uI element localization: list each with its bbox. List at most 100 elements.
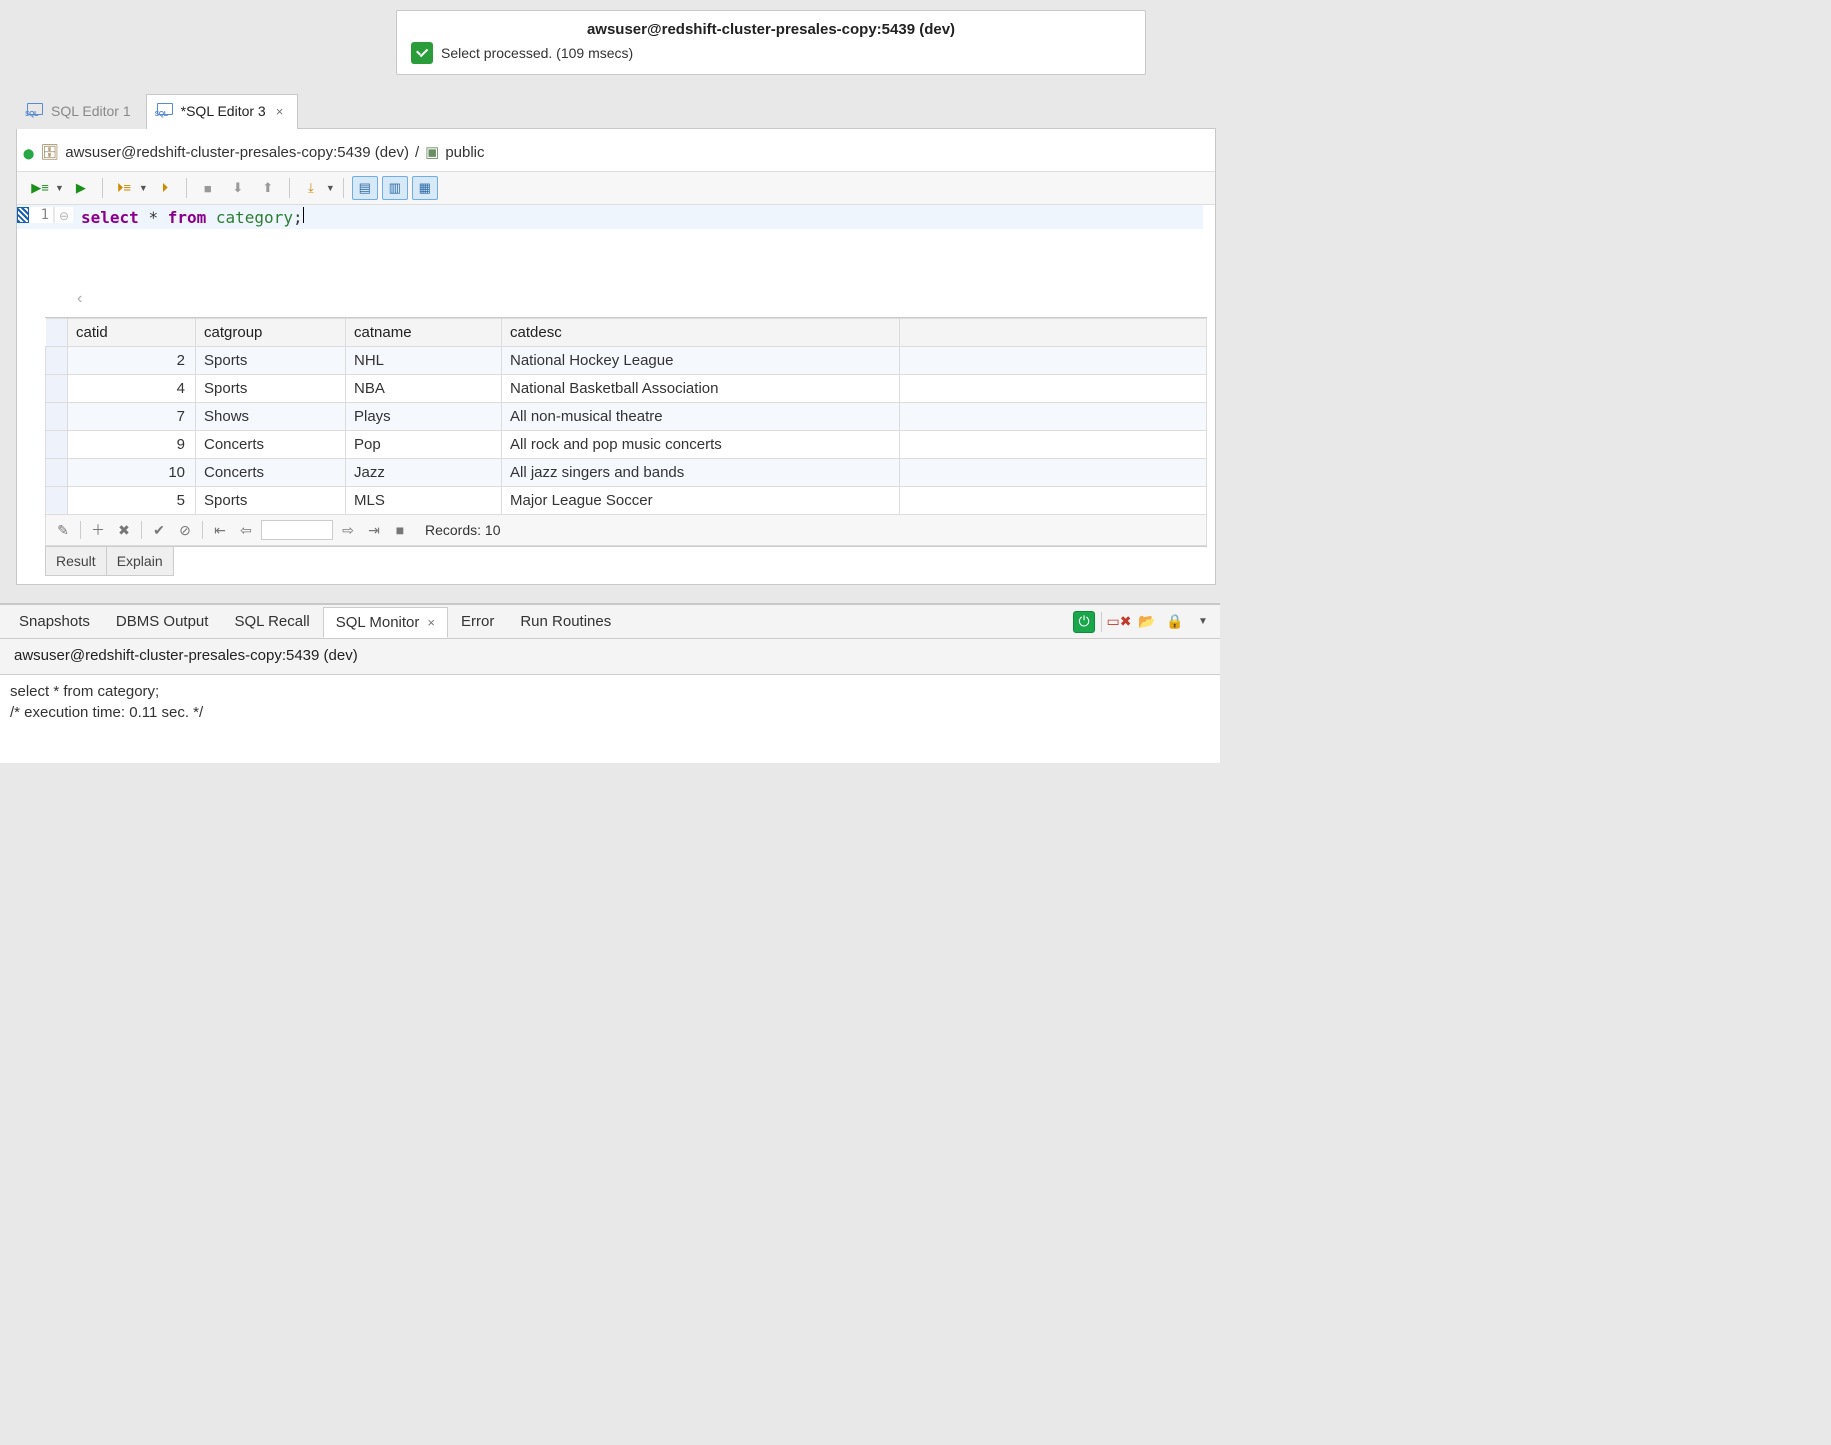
dropdown-icon[interactable]: ▼ xyxy=(326,183,335,193)
cell-catgroup[interactable]: Sports xyxy=(196,487,346,515)
sql-editor[interactable]: 1 select * from category; xyxy=(17,205,1215,313)
power-icon[interactable]: ⏻ xyxy=(1073,611,1095,633)
cell-catname[interactable]: NHL xyxy=(346,347,502,375)
table-row[interactable]: 10ConcertsJazzAll jazz singers and bands xyxy=(46,459,1207,487)
lock-scroll-icon[interactable]: 🔒 xyxy=(1164,611,1186,633)
tab-explain[interactable]: Explain xyxy=(106,547,174,576)
cell-catdesc[interactable]: All jazz singers and bands xyxy=(502,459,900,487)
cell-spacer xyxy=(900,403,1207,431)
rollback-button[interactable]: ⬆ xyxy=(255,176,281,200)
cell-catgroup[interactable]: Sports xyxy=(196,347,346,375)
edit-icon[interactable]: ✎ xyxy=(52,519,74,541)
cell-catgroup[interactable]: Concerts xyxy=(196,431,346,459)
row-selector[interactable] xyxy=(46,487,68,515)
connection-status-icon xyxy=(23,144,34,161)
cell-catdesc[interactable]: All non-musical theatre xyxy=(502,403,900,431)
dropdown-icon[interactable]: ▼ xyxy=(55,183,64,193)
cell-catid[interactable]: 2 xyxy=(68,347,196,375)
horizontal-scroll[interactable] xyxy=(17,285,1203,313)
cell-catid[interactable]: 5 xyxy=(68,487,196,515)
view-grid-side-button[interactable]: ▥ xyxy=(382,176,408,200)
cell-catname[interactable]: NBA xyxy=(346,375,502,403)
bottom-tab-snapshots[interactable]: Snapshots xyxy=(6,606,103,637)
execute-script-button[interactable]: ▶≡ xyxy=(27,176,53,200)
step-button[interactable]: ⏵ xyxy=(152,176,178,200)
view-grid-below-button[interactable]: ▤ xyxy=(352,176,378,200)
cell-catdesc[interactable]: National Basketball Association xyxy=(502,375,900,403)
cell-catid[interactable]: 7 xyxy=(68,403,196,431)
bottom-tab-run-routines[interactable]: Run Routines xyxy=(507,606,624,637)
add-row-icon[interactable]: ＋ xyxy=(87,519,109,541)
monitor-line: select * from category; xyxy=(10,681,1210,702)
col-header-catgroup[interactable]: catgroup xyxy=(196,319,346,347)
close-icon[interactable]: × xyxy=(427,615,435,630)
tab-result[interactable]: Result xyxy=(45,547,106,576)
cell-catname[interactable]: Plays xyxy=(346,403,502,431)
row-selector-header[interactable] xyxy=(46,319,68,347)
cell-catname[interactable]: Jazz xyxy=(346,459,502,487)
cell-catdesc[interactable]: National Hockey League xyxy=(502,347,900,375)
table-row[interactable]: 2SportsNHLNational Hockey League xyxy=(46,347,1207,375)
col-header-catname[interactable]: catname xyxy=(346,319,502,347)
text-caret xyxy=(303,207,304,223)
bottom-tab-error[interactable]: Error xyxy=(448,606,507,637)
clear-log-icon[interactable]: ▭✖ xyxy=(1108,611,1130,633)
row-selector[interactable] xyxy=(46,431,68,459)
table-row[interactable]: 9ConcertsPopAll rock and pop music conce… xyxy=(46,431,1207,459)
tab-sql-editor-3[interactable]: *SQL Editor 3 × xyxy=(146,94,299,129)
row-selector[interactable] xyxy=(46,459,68,487)
sql-file-icon xyxy=(27,103,45,119)
commit-button[interactable]: ⬇ xyxy=(225,176,251,200)
sql-code-line[interactable]: select * from category; xyxy=(73,207,1203,227)
row-selector[interactable] xyxy=(46,403,68,431)
cell-catname[interactable]: MLS xyxy=(346,487,502,515)
col-header-catid[interactable]: catid xyxy=(68,319,196,347)
col-header-spacer xyxy=(900,319,1207,347)
col-header-catdesc[interactable]: catdesc xyxy=(502,319,900,347)
next-record-icon[interactable]: ⇨ xyxy=(337,519,359,541)
bottom-tab-dbms-output[interactable]: DBMS Output xyxy=(103,606,222,637)
last-record-icon[interactable]: ⇥ xyxy=(363,519,385,541)
step-script-button[interactable]: ⏵≡ xyxy=(111,176,137,200)
cancel-icon[interactable]: ⊘ xyxy=(174,519,196,541)
commit-icon[interactable]: ✔ xyxy=(148,519,170,541)
export-log-icon[interactable]: 📂 xyxy=(1136,611,1158,633)
cell-catdesc[interactable]: Major League Soccer xyxy=(502,487,900,515)
delete-row-icon[interactable]: ✖ xyxy=(113,519,135,541)
view-grid-button[interactable]: ▦ xyxy=(412,176,438,200)
first-record-icon[interactable]: ⇤ xyxy=(209,519,231,541)
stop-button[interactable]: ■ xyxy=(195,176,221,200)
connection-name[interactable]: awsuser@redshift-cluster-presales-copy:5… xyxy=(65,144,409,161)
toast-message: Select processed. (109 msecs) xyxy=(441,45,633,61)
dropdown-icon[interactable]: ▼ xyxy=(139,183,148,193)
cell-spacer xyxy=(900,459,1207,487)
schema-name[interactable]: public xyxy=(445,144,484,161)
cell-catgroup[interactable]: Sports xyxy=(196,375,346,403)
cell-catid[interactable]: 9 xyxy=(68,431,196,459)
tab-sql-editor-1[interactable]: SQL Editor 1 xyxy=(16,94,146,129)
bottom-tab-sql-recall[interactable]: SQL Recall xyxy=(221,606,322,637)
close-icon[interactable]: × xyxy=(276,104,284,119)
monitor-output[interactable]: select * from category; /* execution tim… xyxy=(0,674,1220,763)
stop-fetch-icon[interactable]: ■ xyxy=(389,519,411,541)
cell-catname[interactable]: Pop xyxy=(346,431,502,459)
bookmark-icon[interactable] xyxy=(17,207,29,223)
fetch-button[interactable]: ⤓ xyxy=(298,176,324,200)
execute-button[interactable]: ▶ xyxy=(68,176,94,200)
bottom-tab-sql-monitor[interactable]: SQL Monitor× xyxy=(323,607,448,638)
cell-catid[interactable]: 10 xyxy=(68,459,196,487)
prev-record-icon[interactable]: ⇦ xyxy=(235,519,257,541)
cell-catgroup[interactable]: Concerts xyxy=(196,459,346,487)
row-selector[interactable] xyxy=(46,347,68,375)
cell-catgroup[interactable]: Shows xyxy=(196,403,346,431)
results-grid: catid catgroup catname catdesc 2SportsNH… xyxy=(45,317,1207,515)
row-selector[interactable] xyxy=(46,375,68,403)
more-dropdown-icon[interactable]: ▼ xyxy=(1192,611,1214,633)
record-index-input[interactable] xyxy=(261,520,333,540)
cell-catid[interactable]: 4 xyxy=(68,375,196,403)
table-row[interactable]: 7ShowsPlaysAll non-musical theatre xyxy=(46,403,1207,431)
table-row[interactable]: 4SportsNBANational Basketball Associatio… xyxy=(46,375,1207,403)
cell-catdesc[interactable]: All rock and pop music concerts xyxy=(502,431,900,459)
table-row[interactable]: 5SportsMLSMajor League Soccer xyxy=(46,487,1207,515)
fold-toggle-icon[interactable] xyxy=(55,207,73,223)
